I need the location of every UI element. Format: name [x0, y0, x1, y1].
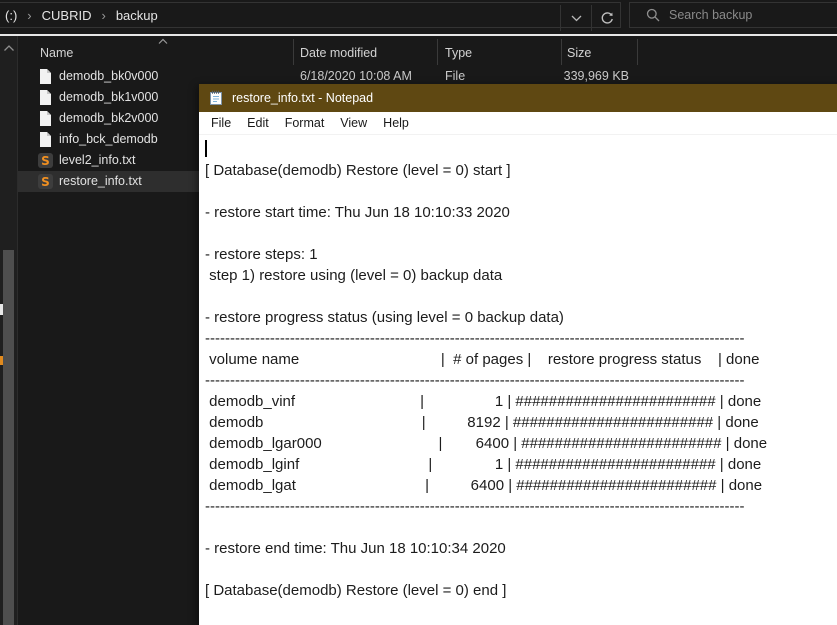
file-icon	[38, 69, 53, 84]
scrollbar-thumb[interactable]	[3, 250, 14, 625]
column-separator[interactable]	[637, 39, 638, 65]
cutoff-icon-fragment	[0, 304, 3, 315]
scroll-up-icon[interactable]	[3, 44, 15, 52]
column-separator[interactable]	[437, 39, 438, 65]
notepad-window: restore_info.txt - Notepad File Edit For…	[199, 84, 837, 625]
notepad-title-bar[interactable]: restore_info.txt - Notepad	[199, 84, 837, 112]
column-header-type[interactable]: Type	[445, 46, 472, 60]
sublime-text-icon: S	[38, 174, 53, 189]
search-icon	[646, 8, 660, 22]
menu-file[interactable]: File	[203, 116, 239, 130]
file-size: 339,969 KB	[563, 69, 629, 83]
file-date: 6/18/2020 10:08 AM	[300, 69, 412, 83]
column-separator[interactable]	[293, 39, 294, 65]
column-header-date-modified[interactable]: Date modified	[300, 46, 377, 60]
breadcrumb: (:) › CUBRID › backup	[5, 8, 158, 23]
column-header-name[interactable]: Name	[40, 46, 73, 60]
file-name: level2_info.txt	[59, 153, 136, 167]
file-icon	[38, 111, 53, 126]
column-header-size[interactable]: Size	[567, 46, 591, 60]
menu-help[interactable]: Help	[375, 116, 417, 130]
file-name: demodb_bk2v000	[59, 111, 159, 125]
cutoff-icon-fragment	[0, 356, 3, 365]
refresh-button[interactable]	[591, 5, 622, 31]
address-dropdown-button[interactable]	[560, 5, 591, 31]
notepad-icon	[210, 90, 222, 105]
file-icon	[38, 132, 53, 147]
breadcrumb-cubrid[interactable]: CUBRID	[42, 8, 92, 23]
breadcrumb-backup[interactable]: backup	[116, 8, 158, 23]
nav-pane-scrollbar[interactable]	[0, 36, 18, 625]
sublime-text-icon: S	[38, 153, 53, 168]
breadcrumb-separator-icon: ›	[101, 7, 106, 23]
notepad-menu-bar: File Edit Format View Help	[199, 112, 837, 135]
window-title: restore_info.txt - Notepad	[232, 91, 374, 105]
address-bar[interactable]: (:) › CUBRID › backup	[0, 2, 622, 31]
file-type: File	[445, 69, 466, 83]
file-name: demodb_bk1v000	[59, 90, 159, 104]
menu-format[interactable]: Format	[277, 116, 333, 130]
menu-view[interactable]: View	[332, 116, 375, 130]
file-name: restore_info.txt	[59, 174, 142, 188]
column-headers: Name Date modified Type Size	[18, 37, 837, 66]
notepad-text-area[interactable]: [ Database(demodb) Restore (level = 0) s…	[199, 135, 837, 625]
notepad-text-content[interactable]: [ Database(demodb) Restore (level = 0) s…	[199, 135, 837, 601]
sort-ascending-icon	[158, 38, 168, 44]
menu-edit[interactable]: Edit	[239, 116, 277, 130]
search-box	[629, 2, 837, 28]
file-icon	[38, 90, 53, 105]
file-name: info_bck_demodb	[59, 132, 158, 146]
file-name: demodb_bk0v000	[59, 69, 159, 83]
search-input[interactable]	[669, 8, 819, 22]
refresh-icon	[601, 12, 613, 24]
column-separator[interactable]	[561, 39, 562, 65]
breadcrumb-separator-icon: ›	[27, 7, 32, 23]
explorer-toolbar: (:) › CUBRID › backup	[0, 0, 837, 31]
chevron-down-icon	[571, 15, 581, 21]
screen: (:) › CUBRID › backup Search backup Name…	[0, 0, 837, 625]
breadcrumb-drive[interactable]: (:)	[5, 8, 17, 23]
text-cursor	[205, 140, 207, 157]
